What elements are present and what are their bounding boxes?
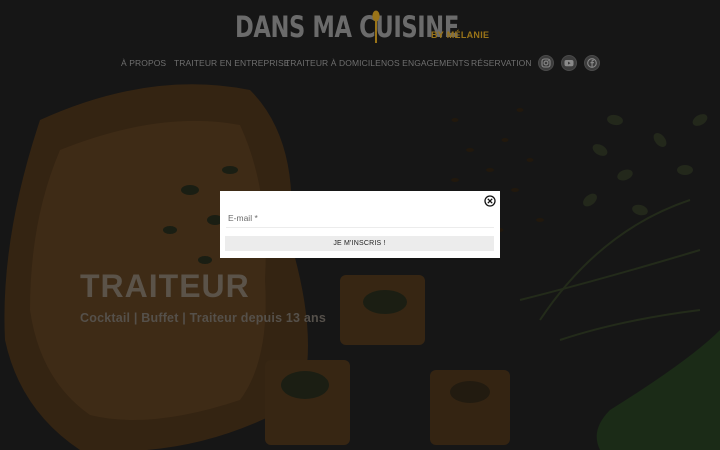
email-field[interactable] [226,210,494,226]
hero-food-image [0,80,720,450]
site-header: DANS MA CUISINE BY MÉLANIE À PROPOS TRAI… [0,0,720,80]
nav-item-a-propos[interactable]: À PROPOS [121,56,166,70]
instagram-link[interactable] [538,55,554,71]
email-field-underline [226,227,494,228]
nav-item-traiteur-entreprise[interactable]: TRAITEUR EN ENTREPRISE [174,56,290,70]
hero-subtitle: Cocktail | Buffet | Traiteur depuis 13 a… [80,311,327,325]
instagram-icon [541,58,551,68]
site-logo[interactable]: DANS MA CUISINE BY MÉLANIE [235,8,522,44]
hero-title: TRAITEUR [80,268,250,304]
youtube-icon [564,60,574,67]
spoon-icon [372,10,380,43]
nav-item-nos-engagements[interactable]: NOS ENGAGEMENTS [381,56,469,70]
logo-text: DANS MA CUISINE [235,10,459,44]
newsletter-modal: JE M'INSCRIS ! [220,191,500,258]
nav-item-traiteur-domicile[interactable]: TRAITEUR À DOMICILE [285,56,381,70]
logo-tagline: BY MÉLANIE [431,30,490,40]
close-icon[interactable] [484,195,496,207]
youtube-link[interactable] [561,55,577,71]
subscribe-button[interactable]: JE M'INSCRIS ! [225,236,494,251]
nav-item-reservation[interactable]: RÉSERVATION [471,56,532,70]
main-nav: À PROPOS TRAITEUR EN ENTREPRISE TRAITEUR… [0,56,720,70]
facebook-link[interactable] [584,55,600,71]
hero-section: TRAITEUR Cocktail | Buffet | Traiteur de… [0,80,720,450]
facebook-icon [587,58,597,68]
